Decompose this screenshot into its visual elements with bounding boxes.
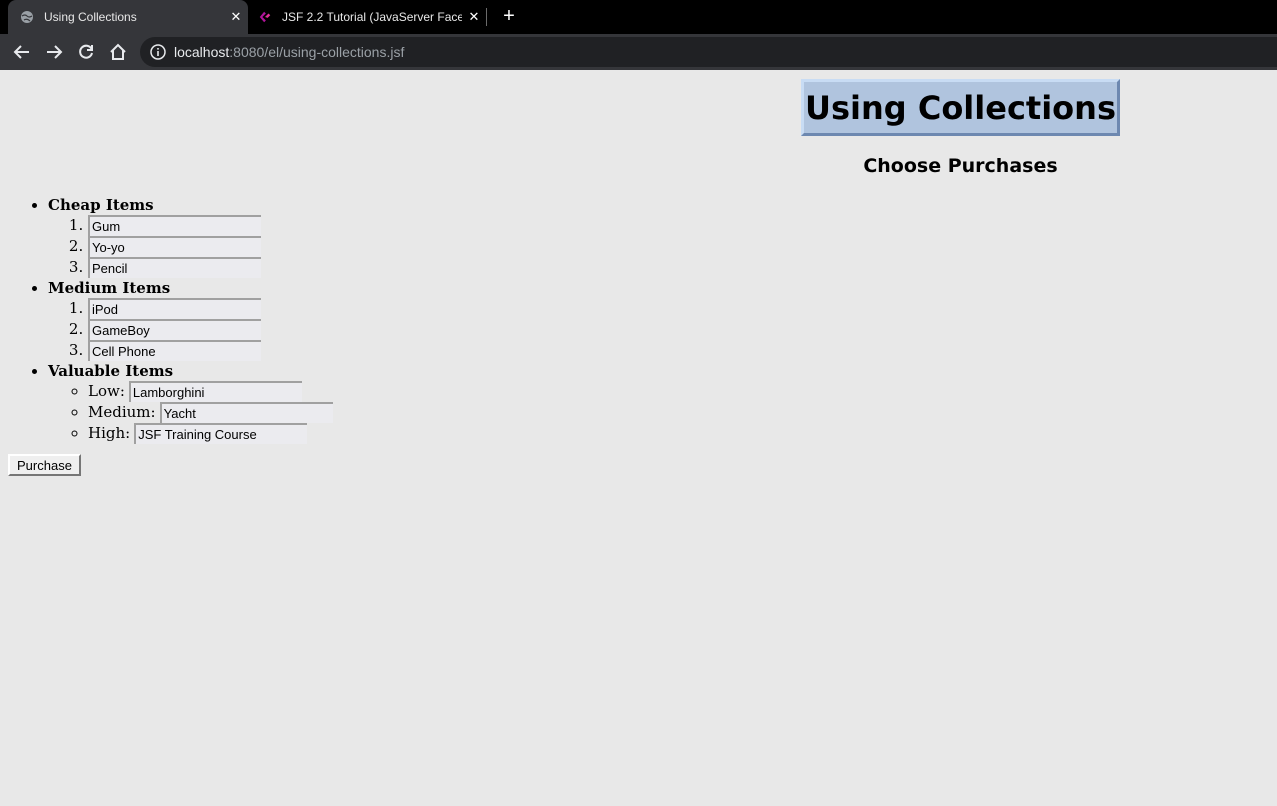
list-item [88, 236, 333, 257]
cheap-item-2-input[interactable] [88, 236, 261, 257]
medium-item-2-input[interactable] [88, 319, 261, 340]
medium-label: Medium: [88, 403, 156, 421]
page-title: Using Collections [801, 79, 1120, 136]
coreservlets-icon [258, 10, 272, 24]
tab-title: Using Collections [44, 10, 137, 24]
url-path: :8080/el/using-collections.jsf [229, 44, 405, 60]
cheap-items-list [48, 215, 333, 278]
valuable-high-input[interactable] [134, 423, 308, 444]
list-item: High: [88, 423, 333, 444]
list-item [88, 319, 333, 340]
close-tab-icon[interactable]: ✕ [462, 9, 486, 25]
globe-icon [20, 10, 34, 24]
tab-using-collections[interactable]: Using Collections ✕ [8, 0, 248, 34]
category-label: Cheap Items [48, 196, 154, 214]
list-item [88, 257, 333, 278]
category-label: Valuable Items [48, 362, 174, 380]
close-tab-icon[interactable]: ✕ [224, 9, 248, 25]
category-label: Medium Items [48, 279, 171, 297]
high-label: High: [88, 424, 131, 442]
new-tab-icon[interactable]: + [498, 5, 520, 27]
valuable-medium-input[interactable] [159, 402, 333, 423]
page-subtitle: Choose Purchases [863, 155, 1058, 177]
browser-tab-bar: Using Collections ✕ JSF 2.2 Tutorial (Ja… [0, 0, 1277, 34]
list-item [88, 340, 333, 361]
tab-separator [486, 8, 487, 26]
tab-title: JSF 2.2 Tutorial (JavaServer Faces [282, 10, 462, 24]
cheap-item-3-input[interactable] [88, 257, 261, 278]
valuable-items-list: Low: Medium: High: [48, 381, 333, 444]
browser-toolbar: localhost:8080/el/using-collections.jsf [0, 34, 1277, 70]
site-info-icon[interactable] [150, 44, 166, 60]
medium-item-3-input[interactable] [88, 340, 261, 361]
category-list: Cheap Items Medium Items Valuable Items … [0, 195, 333, 444]
purchase-button[interactable]: Purchase [8, 454, 81, 476]
back-icon[interactable] [11, 41, 33, 63]
tab-jsf-tutorial[interactable]: JSF 2.2 Tutorial (JavaServer Faces ✕ [248, 0, 486, 34]
forward-icon[interactable] [43, 41, 65, 63]
reload-icon[interactable] [75, 41, 97, 63]
medium-items-list [48, 298, 333, 361]
page-content: Using Collections Choose Purchases Cheap… [0, 70, 1277, 806]
category-cheap: Cheap Items [48, 195, 333, 278]
medium-item-1-input[interactable] [88, 298, 261, 319]
list-item: Medium: [88, 402, 333, 423]
valuable-low-input[interactable] [128, 381, 302, 402]
list-item [88, 298, 333, 319]
address-bar[interactable]: localhost:8080/el/using-collections.jsf [140, 37, 1277, 67]
list-item: Low: [88, 381, 333, 402]
url-host: localhost [174, 44, 230, 60]
home-icon[interactable] [107, 41, 129, 63]
category-valuable: Valuable Items Low: Medium: High: [48, 361, 333, 444]
category-medium: Medium Items [48, 278, 333, 361]
low-label: Low: [88, 382, 125, 400]
cheap-item-1-input[interactable] [88, 215, 261, 236]
list-item [88, 215, 333, 236]
